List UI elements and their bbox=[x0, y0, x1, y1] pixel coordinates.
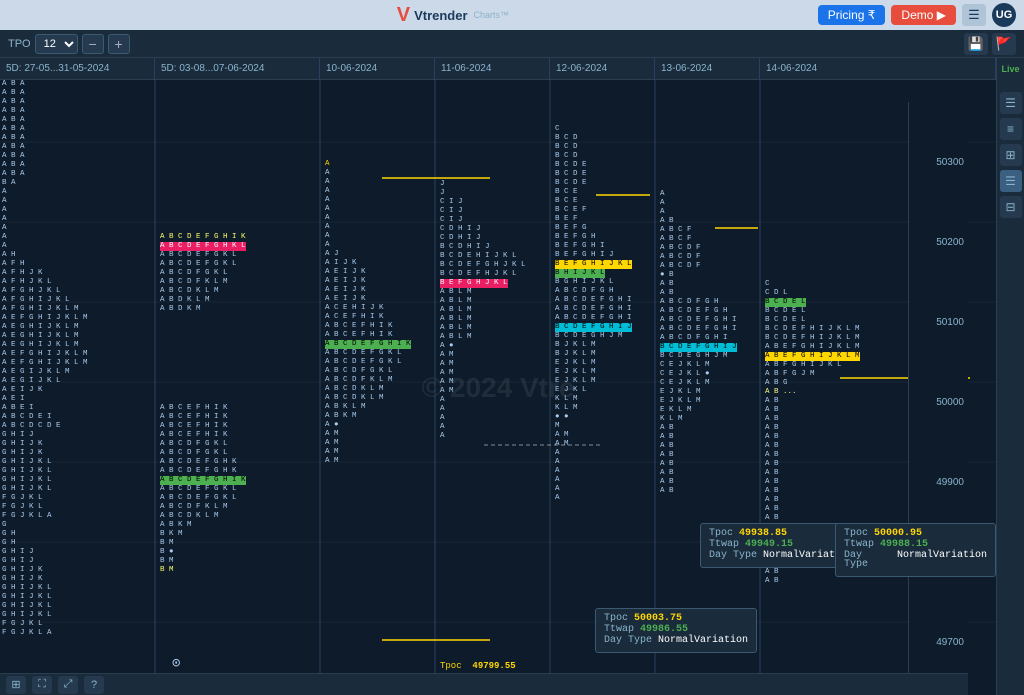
date-seg-5: 13-06-2024 bbox=[655, 58, 760, 79]
date-seg-3: 11-06-2024 bbox=[435, 58, 550, 79]
tpoc-label-2: Tpoc bbox=[604, 614, 628, 623]
date-header: 5D: 27-05...31-05-2024 5D: 03-08...07-06… bbox=[0, 58, 996, 80]
twap-val-2: 49986.55 bbox=[640, 625, 688, 634]
sidebar-btn-2[interactable]: ≡ bbox=[1000, 118, 1022, 140]
interval-select[interactable]: 12 5 30 bbox=[35, 34, 78, 54]
chart-area: 5D: 27-05...31-05-2024 5D: 03-08...07-06… bbox=[0, 58, 996, 695]
expand-icon-button[interactable]: ⛶ bbox=[32, 676, 52, 694]
twap-val-3: 49949.15 bbox=[745, 540, 793, 549]
tpoc-val-4: 50000.95 bbox=[874, 529, 922, 538]
price-49900: 49900 bbox=[936, 477, 964, 488]
sidebar-btn-5[interactable]: ⊟ bbox=[1000, 196, 1022, 218]
daytype-val-2: NormalVariation bbox=[658, 636, 748, 645]
menu-icon-button[interactable]: ☰ bbox=[962, 4, 986, 26]
logo-v-icon: V bbox=[397, 4, 410, 27]
navbar: V Vtrender Charts™ Pricing ₹ Demo ▶ ☰ UG bbox=[0, 0, 1024, 30]
date-seg-1: 5D: 03-08...07-06-2024 bbox=[155, 58, 320, 79]
user-avatar[interactable]: UG bbox=[992, 3, 1016, 27]
bottom-tpoc: Tpoc 49799.55 bbox=[440, 662, 516, 671]
toolbar2: TPO 12 5 30 − + 💾 🚩 bbox=[0, 30, 1024, 58]
tpo-chart: A B A A B A A B A A B A A B A A B A A B … bbox=[0, 80, 996, 673]
tpoc-label-4: Tpoc bbox=[844, 529, 868, 538]
daytype-val-4: NormalVariation bbox=[897, 551, 987, 569]
plus-button[interactable]: + bbox=[108, 34, 130, 54]
main-area: 5D: 27-05...31-05-2024 5D: 03-08...07-06… bbox=[0, 58, 1024, 695]
demo-button[interactable]: Demo ▶ bbox=[891, 5, 956, 25]
date-seg-2: 10-06-2024 bbox=[320, 58, 435, 79]
sidebar-btn-1[interactable]: ☰ bbox=[1000, 92, 1022, 114]
date-seg-0: 5D: 27-05...31-05-2024 bbox=[0, 58, 155, 79]
sidebar-btn-4[interactable]: ☰ bbox=[1000, 170, 1022, 192]
tpoc-val-2: 50003.75 bbox=[634, 614, 682, 623]
twap-val-4: 49988.15 bbox=[880, 540, 928, 549]
price-50200: 50200 bbox=[936, 237, 964, 248]
chart-canvas: © 2024 Vtre bbox=[0, 80, 996, 695]
price-50000: 50000 bbox=[936, 397, 964, 408]
right-sidebar: Live ☰ ≡ ⊞ ☰ ⊟ bbox=[996, 58, 1024, 695]
twap-label-3: Ttwap bbox=[709, 540, 739, 549]
twap-label-4: Ttwap bbox=[844, 540, 874, 549]
daytype-label-2: Day Type bbox=[604, 636, 652, 645]
tpo-label: TPO bbox=[8, 38, 31, 50]
minus-button[interactable]: − bbox=[82, 34, 104, 54]
daytype-label-4: Day Type bbox=[844, 551, 891, 569]
logo-area: V Vtrender Charts™ bbox=[94, 4, 812, 27]
save-button[interactable]: 💾 bbox=[964, 33, 988, 55]
info-box-2: Tpoc 50003.75 Ttwap 49986.55 Day Type No… bbox=[595, 608, 757, 653]
live-label: Live bbox=[1001, 64, 1019, 74]
fullscreen-icon-button[interactable]: ⤢ bbox=[58, 676, 78, 694]
crosshair-icon[interactable]: ⊙ bbox=[172, 660, 180, 669]
grid-icon-button[interactable]: ⊞ bbox=[6, 676, 26, 694]
bottom-bar: ⊞ ⛶ ⤢ ? bbox=[0, 673, 968, 695]
flag-button[interactable]: 🚩 bbox=[992, 33, 1016, 55]
price-49700: 49700 bbox=[936, 637, 964, 648]
price-scale: 50300 50200 50100 50000 49900 49800 4970… bbox=[908, 102, 968, 673]
pricing-button[interactable]: Pricing ₹ bbox=[818, 5, 886, 25]
price-50100: 50100 bbox=[936, 317, 964, 328]
date-seg-6: 14-06-2024 bbox=[760, 58, 996, 79]
tpoc-label-3: Tpoc bbox=[709, 529, 733, 538]
logo-text: Vtrender bbox=[414, 8, 467, 23]
price-50300: 50300 bbox=[936, 157, 964, 168]
logo-sub: Charts™ bbox=[474, 10, 510, 20]
sidebar-btn-3[interactable]: ⊞ bbox=[1000, 144, 1022, 166]
twap-label-2: Ttwap bbox=[604, 625, 634, 634]
daytype-label-3: Day Type bbox=[709, 551, 757, 560]
info-box-4: Tpoc 50000.95 Ttwap 49988.15 Day Type No… bbox=[835, 523, 996, 577]
help-icon-button[interactable]: ? bbox=[84, 676, 104, 694]
tpoc-val-3: 49938.85 bbox=[739, 529, 787, 538]
date-seg-4: 12-06-2024 bbox=[550, 58, 655, 79]
